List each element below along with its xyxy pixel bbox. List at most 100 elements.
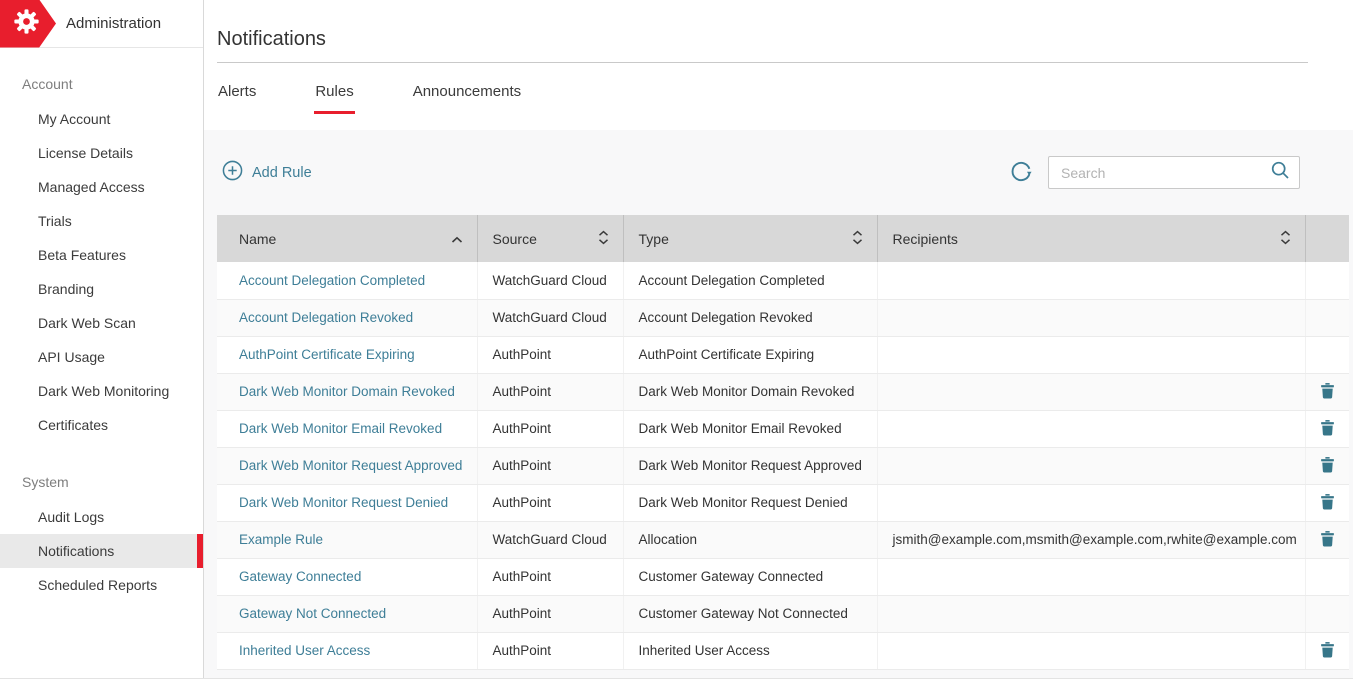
gear-icon (13, 8, 40, 40)
delete-rule-button[interactable] (1315, 454, 1340, 478)
delete-rule-button[interactable] (1315, 528, 1340, 552)
page-title: Notifications (217, 28, 1353, 51)
rule-name-link[interactable]: Example Rule (239, 532, 323, 547)
trash-icon (1319, 498, 1336, 513)
refresh-icon (1010, 160, 1033, 186)
cell-recipients (877, 632, 1305, 669)
trash-icon (1319, 461, 1336, 476)
rule-name-link[interactable]: Gateway Not Connected (239, 606, 386, 621)
cell-recipients (877, 299, 1305, 336)
column-header-recipients[interactable]: Recipients (877, 215, 1305, 262)
cell-source: WatchGuard Cloud (477, 299, 623, 336)
column-header-source[interactable]: Source (477, 215, 623, 262)
column-label: Type (639, 231, 669, 247)
sidebar-item-scheduled-reports[interactable]: Scheduled Reports (0, 568, 203, 602)
cell-source: AuthPoint (477, 595, 623, 632)
sidebar-item-certificates[interactable]: Certificates (0, 408, 203, 442)
delete-rule-button[interactable] (1315, 639, 1340, 663)
cell-rule-name: Example Rule (217, 521, 477, 558)
chevron-up-down-icon (852, 230, 863, 248)
chevron-up-icon (451, 231, 463, 247)
main-content: Notifications Alerts Rules Announcements… (204, 0, 1353, 678)
cell-rule-name: Dark Web Monitor Request Approved (217, 447, 477, 484)
sidebar-item-trials[interactable]: Trials (0, 204, 203, 238)
cell-recipients (877, 336, 1305, 373)
delete-rule-button[interactable] (1315, 380, 1340, 404)
search-icon[interactable] (1270, 160, 1290, 185)
table-row: Dark Web Monitor Email RevokedAuthPointD… (217, 410, 1349, 447)
table-header-row: Name Source (217, 215, 1349, 262)
tab-rules[interactable]: Rules (314, 83, 354, 114)
refresh-button[interactable] (1010, 160, 1033, 186)
add-rule-label: Add Rule (252, 165, 312, 181)
sidebar: Administration AccountMy AccountLicense … (0, 0, 204, 678)
cell-source: AuthPoint (477, 447, 623, 484)
column-header-type[interactable]: Type (623, 215, 877, 262)
cell-actions (1305, 262, 1349, 299)
delete-rule-button[interactable] (1315, 491, 1340, 515)
delete-rule-button[interactable] (1315, 417, 1340, 441)
cell-rule-name: Inherited User Access (217, 632, 477, 669)
rule-name-link[interactable]: Account Delegation Revoked (239, 310, 413, 325)
table-row: Dark Web Monitor Domain RevokedAuthPoint… (217, 373, 1349, 410)
cell-rule-name: Gateway Connected (217, 558, 477, 595)
column-header-actions (1305, 215, 1349, 262)
cell-source: AuthPoint (477, 410, 623, 447)
tab-bar: Alerts Rules Announcements (204, 63, 1353, 114)
rule-name-link[interactable]: Dark Web Monitor Request Denied (239, 495, 448, 510)
app-title: Administration (66, 15, 161, 32)
cell-recipients (877, 373, 1305, 410)
cell-actions (1305, 484, 1349, 521)
add-rule-button[interactable]: Add Rule (222, 160, 312, 185)
rule-name-link[interactable]: Inherited User Access (239, 643, 370, 658)
cell-actions (1305, 410, 1349, 447)
column-label: Source (493, 231, 537, 247)
rule-name-link[interactable]: Account Delegation Completed (239, 273, 425, 288)
cell-type: Dark Web Monitor Domain Revoked (623, 373, 877, 410)
search-input[interactable] (1061, 165, 1270, 181)
tab-alerts[interactable]: Alerts (217, 83, 257, 114)
cell-actions (1305, 336, 1349, 373)
table-row: Gateway Connected AuthPointCustomer Gatew… (217, 558, 1349, 595)
rule-name-link[interactable]: Dark Web Monitor Email Revoked (239, 421, 442, 436)
sidebar-item-beta-features[interactable]: Beta Features (0, 238, 203, 272)
watchguard-logo (0, 0, 56, 48)
cell-type: Inherited User Access (623, 632, 877, 669)
sidebar-item-my-account[interactable]: My Account (0, 102, 203, 136)
cell-rule-name: AuthPoint Certificate Expiring (217, 336, 477, 373)
table-row: Gateway Not Connected AuthPointCustomer G… (217, 595, 1349, 632)
sidebar-item-license-details[interactable]: License Details (0, 136, 203, 170)
rule-name-link[interactable]: Dark Web Monitor Request Approved (239, 458, 462, 473)
rule-name-link[interactable]: Dark Web Monitor Domain Revoked (239, 384, 455, 399)
cell-type: Account Delegation Completed (623, 262, 877, 299)
sidebar-item-notifications[interactable]: Notifications (0, 534, 203, 568)
cell-actions (1305, 299, 1349, 336)
table-row: Account Delegation Revoked WatchGuard Clo… (217, 299, 1349, 336)
tab-announcements[interactable]: Announcements (412, 83, 522, 114)
cell-rule-name: Account Delegation Revoked (217, 299, 477, 336)
trash-icon (1319, 535, 1336, 550)
trash-icon (1319, 424, 1336, 439)
cell-type: Customer Gateway Connected (623, 558, 877, 595)
cell-type: Customer Gateway Not Connected (623, 595, 877, 632)
rules-table-body: Account Delegation CompletedWatchGuard C… (217, 262, 1349, 669)
sidebar-item-branding[interactable]: Branding (0, 272, 203, 306)
rule-name-link[interactable]: Gateway Connected (239, 569, 361, 584)
cell-source: AuthPoint (477, 558, 623, 595)
sidebar-item-managed-access[interactable]: Managed Access (0, 170, 203, 204)
cell-actions (1305, 595, 1349, 632)
rule-name-link[interactable]: AuthPoint Certificate Expiring (239, 347, 415, 362)
sidebar-item-api-usage[interactable]: API Usage (0, 340, 203, 374)
cell-actions (1305, 521, 1349, 558)
column-header-name[interactable]: Name (217, 215, 477, 262)
sidebar-section: SystemAudit LogsNotificationsScheduled R… (0, 464, 203, 602)
sidebar-item-audit-logs[interactable]: Audit Logs (0, 500, 203, 534)
column-label: Recipients (893, 231, 958, 247)
cell-type: Dark Web Monitor Request Approved (623, 447, 877, 484)
cell-actions (1305, 373, 1349, 410)
cell-type: Dark Web Monitor Email Revoked (623, 410, 877, 447)
sidebar-item-dark-web-scan[interactable]: Dark Web Scan (0, 306, 203, 340)
cell-source: WatchGuard Cloud (477, 521, 623, 558)
sidebar-item-dark-web-monitoring[interactable]: Dark Web Monitoring (0, 374, 203, 408)
cell-type: Allocation (623, 521, 877, 558)
